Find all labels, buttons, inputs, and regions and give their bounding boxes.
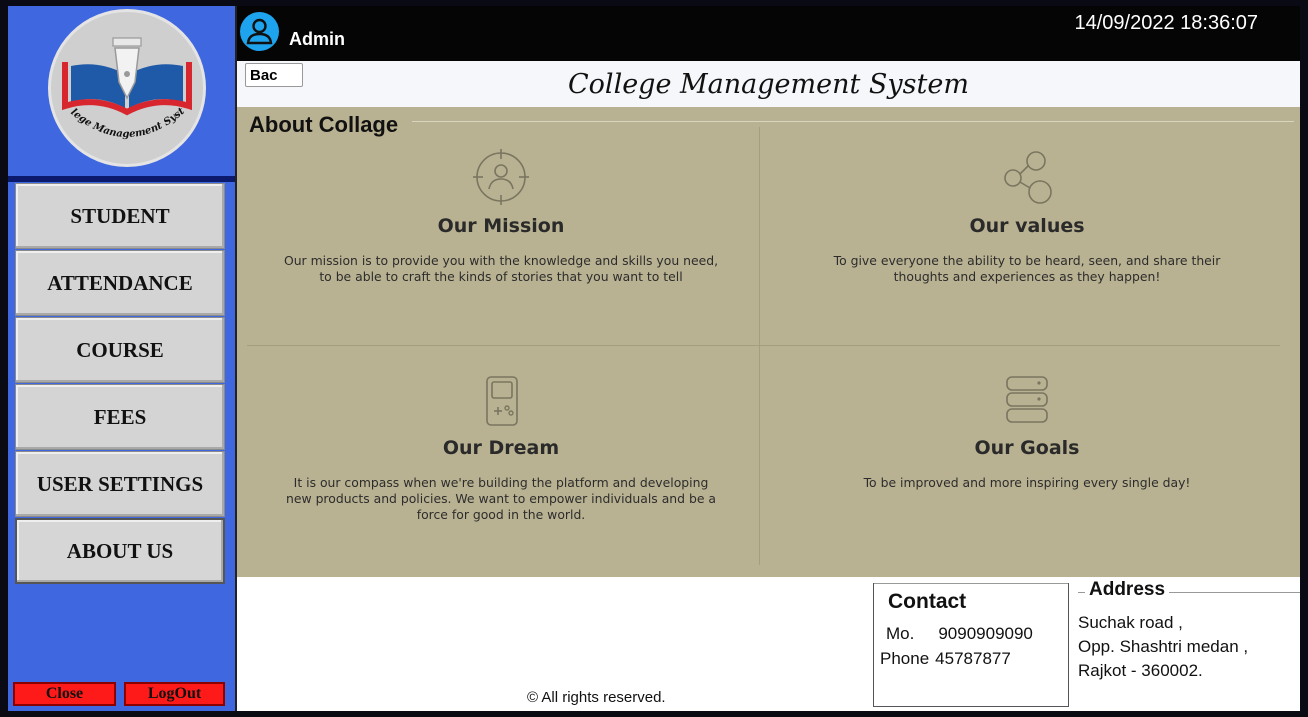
clock-datetime: 14/09/2022 18:36:07 <box>1074 12 1258 34</box>
about-panel: About Collage Our Mission Our mission is… <box>237 107 1300 577</box>
contact-title: Contact <box>888 590 967 613</box>
address-title: Address <box>1085 579 1170 601</box>
top-bar: Admin 14/09/2022 18:36:07 <box>237 6 1300 61</box>
nav-course-button[interactable]: COURSE <box>15 317 225 383</box>
share-icon <box>1004 151 1052 204</box>
target-person-icon <box>473 149 529 205</box>
title-bar: College Management System Bac <box>237 61 1300 107</box>
about-heading: About Collage <box>249 112 403 138</box>
dream-card: Our Dream It is our compass when we're b… <box>271 373 731 523</box>
logout-button[interactable]: LogOut <box>124 682 225 706</box>
user-avatar[interactable] <box>240 12 279 51</box>
dream-title: Our Dream <box>442 437 560 459</box>
address-line-3: Rajkot - 360002. <box>1078 661 1203 680</box>
phone-row: Phone 45787877 <box>880 649 1011 669</box>
values-text: To give everyone the ability to be heard… <box>833 253 1221 284</box>
contact-top-border <box>874 583 1068 584</box>
nav-attendance-button[interactable]: ATTENDANCE <box>15 250 225 316</box>
nav-student-button[interactable]: STUDENT <box>15 183 225 249</box>
groupbox-border <box>412 121 1294 122</box>
game-device-icon <box>486 376 518 426</box>
horizontal-divider <box>247 345 1280 346</box>
footer: © All rights reserved. Contact Mo. 909090… <box>237 577 1300 711</box>
mobile-row: Mo. 9090909090 <box>886 624 1033 644</box>
goals-text: To be improved and more inspiring every … <box>863 475 1191 490</box>
mobile-label: Mo. <box>886 624 915 643</box>
nav-fees-button[interactable]: FEES <box>15 384 225 450</box>
goals-card: Our Goals To be improved and more inspir… <box>797 373 1257 491</box>
phone-label: Phone <box>880 649 930 668</box>
book-pen-logo-icon: College Management System <box>51 12 192 140</box>
phone-number: 45787877 <box>935 649 1011 668</box>
nav-user-settings-button[interactable]: USER SETTINGS <box>15 451 225 517</box>
back-button[interactable]: Bac <box>245 63 303 87</box>
address-text: Suchak road , Opp. Shashtri medan , Rajk… <box>1078 611 1248 683</box>
server-stack-icon <box>1006 376 1048 423</box>
address-line-2: Opp. Shashtri medan , <box>1078 637 1249 656</box>
mission-text: Our mission is to provide you with the k… <box>283 253 719 284</box>
mission-card: Our Mission Our mission is to provide yo… <box>271 147 731 285</box>
user-name: Admin <box>289 29 345 49</box>
college-logo: College Management System <box>48 9 206 167</box>
user-icon <box>246 18 273 45</box>
mobile-number: 9090909090 <box>938 624 1033 643</box>
address-line-1: Suchak road , <box>1078 613 1183 632</box>
values-title: Our values <box>969 215 1085 237</box>
dream-text: It is our compass when we're building th… <box>286 475 716 522</box>
close-button[interactable]: Close <box>13 682 116 706</box>
app-window: College Management System STUDENT ATTEND… <box>8 6 1300 711</box>
mission-title: Our Mission <box>437 215 565 237</box>
page-title: College Management System <box>568 69 969 100</box>
contact-box: Contact Mo. 9090909090 Phone 45787877 <box>873 583 1069 707</box>
copyright-text: © All rights reserved. <box>527 689 666 706</box>
values-card: Our values To give everyone the ability … <box>797 147 1257 285</box>
sidebar: College Management System STUDENT ATTEND… <box>8 6 237 711</box>
nav-about-us-button[interactable]: ABOUT US <box>15 518 225 584</box>
logo-divider <box>8 176 235 182</box>
vertical-divider <box>759 127 760 565</box>
goals-title: Our Goals <box>974 437 1080 459</box>
